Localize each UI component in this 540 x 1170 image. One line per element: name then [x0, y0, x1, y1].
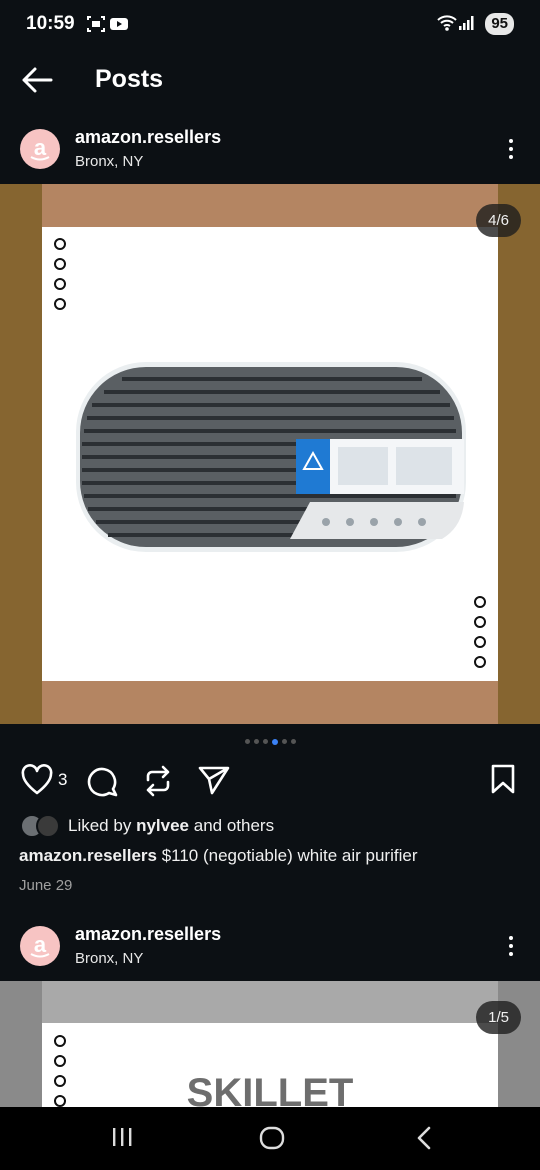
liked-prefix: Liked by — [68, 816, 132, 835]
back-arrow-icon[interactable] — [20, 65, 54, 95]
location[interactable]: Bronx, NY — [75, 950, 143, 967]
page-dot — [290, 739, 296, 744]
dot — [474, 616, 486, 628]
battery-level: 95 — [485, 13, 514, 35]
wifi-icon — [437, 15, 457, 31]
image-counter: 1/5 — [476, 1001, 521, 1034]
post-header: a amazon.resellers Bronx, NY — [0, 920, 540, 980]
post-header: a amazon.resellers Bronx, NY — [0, 123, 540, 183]
image-text: SKILLET — [186, 1071, 354, 1107]
liker-avatar — [36, 814, 60, 838]
dot — [509, 147, 513, 151]
carousel-indicator — [0, 738, 540, 745]
dot — [54, 298, 66, 310]
dot — [54, 1075, 66, 1087]
dot — [54, 1055, 66, 1067]
image-dots-top — [54, 238, 66, 310]
like-count[interactable]: 3 — [58, 770, 67, 790]
share-icon[interactable] — [197, 764, 231, 796]
caption-text: $110 (negotiable) white air purifier — [161, 846, 418, 865]
liked-by[interactable]: Liked by nylvee and others — [20, 813, 274, 839]
avatar[interactable]: a — [20, 129, 60, 169]
dot — [509, 139, 513, 143]
dot — [509, 952, 513, 956]
more-options-button[interactable] — [502, 932, 520, 960]
page-dot — [244, 739, 250, 744]
dot — [474, 596, 486, 608]
amazon-logo-icon: a — [30, 135, 50, 161]
amazon-logo-icon: a — [30, 932, 50, 958]
page-dot — [281, 739, 287, 744]
dot — [54, 1095, 66, 1107]
recent-apps-icon[interactable] — [110, 1125, 134, 1149]
page-dot — [253, 739, 259, 744]
username[interactable]: amazon.resellers — [75, 127, 221, 148]
caption: amazon.resellers $110 (negotiable) white… — [19, 846, 417, 866]
dot — [474, 636, 486, 648]
repost-icon[interactable] — [142, 764, 174, 798]
avatar[interactable]: a — [20, 926, 60, 966]
action-bar: 3 — [0, 760, 540, 800]
post-image-carousel[interactable]: SKILLET 1/5 — [0, 981, 540, 1107]
page-title: Posts — [95, 65, 164, 93]
more-options-button[interactable] — [502, 135, 520, 163]
comment-icon[interactable] — [85, 764, 119, 798]
svg-text:a: a — [34, 135, 47, 160]
page-dot — [262, 739, 268, 744]
location[interactable]: Bronx, NY — [75, 153, 143, 170]
product-photo: SKILLET — [42, 1023, 498, 1107]
liked-user[interactable]: nylvee — [136, 816, 189, 835]
dot — [474, 656, 486, 668]
post-image-carousel[interactable]: 4/6 — [0, 184, 540, 724]
dot — [54, 258, 66, 270]
image-dots-top — [54, 1035, 66, 1107]
screenshot-icon — [87, 16, 105, 32]
product-photo — [42, 227, 498, 681]
image-counter: 4/6 — [476, 204, 521, 237]
clock: 10:59 — [26, 13, 75, 34]
status-bar: 10:59 95 — [0, 0, 540, 50]
post-date: June 29 — [19, 877, 73, 894]
dot — [509, 936, 513, 940]
dot — [509, 944, 513, 948]
caption-username[interactable]: amazon.resellers — [19, 846, 157, 865]
dot — [54, 1035, 66, 1047]
signal-icon — [459, 16, 474, 30]
back-nav-icon[interactable] — [412, 1125, 436, 1151]
dot — [509, 155, 513, 159]
top-bar: Posts — [0, 55, 540, 105]
image-dots-bottom — [474, 596, 486, 668]
youtube-icon — [110, 18, 128, 30]
system-navigation-bar — [0, 1107, 540, 1170]
username[interactable]: amazon.resellers — [75, 924, 221, 945]
dot — [54, 278, 66, 290]
bookmark-icon[interactable] — [490, 764, 516, 794]
dot — [54, 238, 66, 250]
home-icon[interactable] — [259, 1125, 285, 1151]
heart-icon[interactable] — [20, 764, 54, 796]
page-dot-active — [271, 738, 278, 745]
liked-suffix: and others — [193, 816, 275, 835]
air-purifier-image — [76, 362, 466, 552]
liked-by-text: Liked by nylvee and others — [68, 816, 274, 836]
svg-text:a: a — [34, 932, 47, 957]
